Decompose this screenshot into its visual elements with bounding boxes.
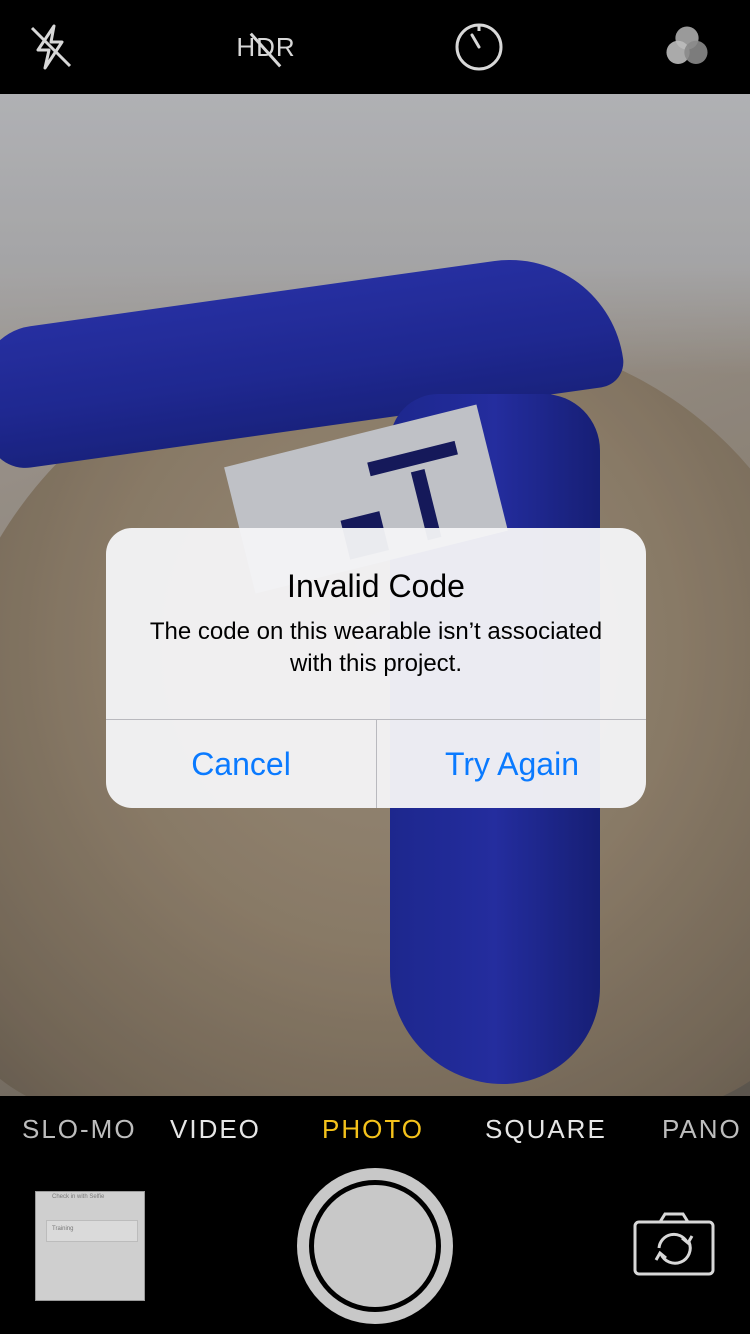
invalid-code-alert: Invalid Code The code on this wearable i… <box>106 528 646 808</box>
cancel-button[interactable]: Cancel <box>106 720 376 808</box>
mode-pano[interactable]: PANO <box>662 1114 742 1145</box>
alert-message: The code on this wearable isn’t associat… <box>149 618 603 677</box>
shutter-ring <box>309 1180 441 1312</box>
mode-slo-mo[interactable]: SLO-MO <box>22 1114 137 1145</box>
camera-bottom-bar: Check in with Selfie Training <box>0 1166 750 1334</box>
mode-square[interactable]: SQUARE <box>485 1114 607 1145</box>
mode-video[interactable]: VIDEO <box>170 1114 261 1145</box>
timer-icon[interactable] <box>454 22 504 72</box>
thumbnail-text-1: Check in with Selfie <box>52 1194 105 1200</box>
alert-title: Invalid Code <box>287 568 465 604</box>
hdr-toggle[interactable]: HDR <box>232 22 300 72</box>
camera-mode-selector: SLO-MO VIDEO PHOTO SQUARE PANO <box>0 1096 750 1166</box>
camera-top-bar: HDR <box>0 0 750 94</box>
mode-photo[interactable]: PHOTO <box>322 1114 424 1145</box>
thumbnail-text-2: Training <box>52 1226 74 1232</box>
hdr-label: HDR <box>236 31 296 62</box>
camera-flip-icon[interactable] <box>632 1212 716 1278</box>
flash-off-icon[interactable] <box>26 22 76 72</box>
shutter-button[interactable] <box>297 1168 453 1324</box>
filters-icon[interactable] <box>662 22 712 72</box>
try-again-button[interactable]: Try Again <box>377 720 646 808</box>
last-photo-thumbnail[interactable]: Check in with Selfie Training <box>35 1191 145 1301</box>
